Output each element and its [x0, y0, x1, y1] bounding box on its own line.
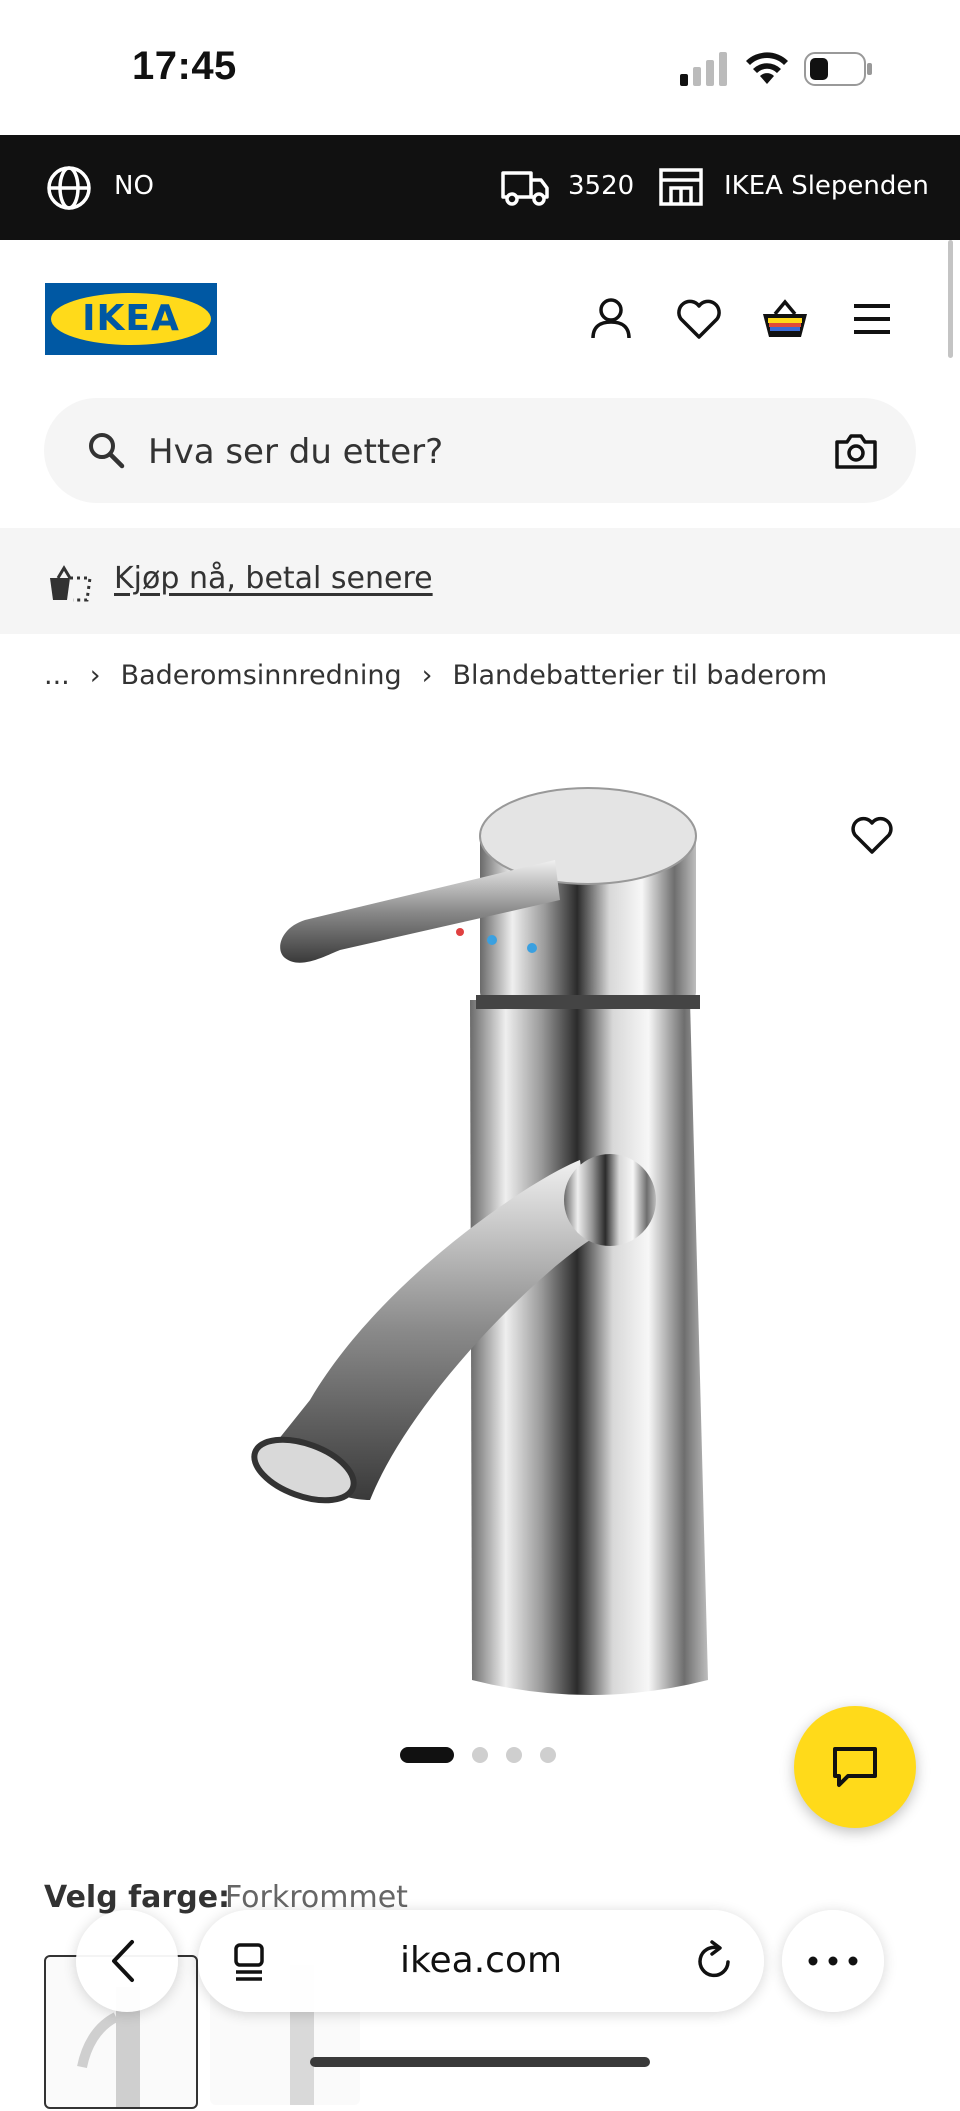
chevron-left-icon — [112, 1940, 134, 1982]
cellular-signal-icon — [680, 52, 727, 86]
browser-back-button[interactable] — [76, 1910, 178, 2012]
delivery-truck-icon[interactable] — [500, 167, 550, 207]
browser-address-bar[interactable]: ikea.com — [198, 1910, 764, 2012]
save-favorite-heart-icon[interactable] — [850, 815, 894, 855]
battery-icon — [804, 52, 872, 86]
home-indicator — [310, 2057, 650, 2067]
more-dots-icon — [808, 1956, 858, 1966]
bnpl-link[interactable]: Kjøp nå, betal senere — [114, 561, 433, 596]
reader-tabs-icon[interactable] — [232, 1942, 268, 1982]
store-name[interactable]: IKEA Slependen — [724, 171, 929, 201]
menu-hamburger-icon[interactable] — [852, 302, 892, 336]
breadcrumb-item-bathroom-furniture[interactable]: Baderomsinnredning — [121, 660, 402, 691]
breadcrumb-item-bathroom-taps[interactable]: Blandebatterier til baderom — [452, 660, 827, 691]
chevron-right-icon: › — [421, 660, 433, 691]
status-bar: 17:45 — [0, 0, 960, 135]
search-input[interactable]: Hva ser du etter? — [148, 432, 443, 472]
breadcrumb-ellipsis[interactable]: ... — [44, 660, 70, 691]
camera-icon[interactable] — [834, 432, 878, 470]
search-icon — [89, 433, 125, 469]
browser-url[interactable]: ikea.com — [198, 1910, 764, 2012]
scroll-indicator — [948, 240, 953, 358]
location-bar: NO 3520 IKEA Slependen — [0, 135, 960, 240]
chevron-right-icon: › — [89, 660, 101, 691]
shopping-bag-icon[interactable] — [760, 296, 810, 340]
status-time: 17:45 — [132, 44, 237, 88]
chat-button[interactable] — [794, 1706, 916, 1828]
carousel-dot-3[interactable] — [506, 1747, 522, 1763]
carousel-dot-4[interactable] — [540, 1747, 556, 1763]
carousel-dot-2[interactable] — [472, 1747, 488, 1763]
product-image-area[interactable] — [0, 700, 960, 1760]
search-bar[interactable]: Hva ser du etter? — [44, 398, 916, 503]
postal-code[interactable]: 3520 — [568, 171, 634, 201]
account-icon[interactable] — [588, 296, 634, 342]
language-label[interactable]: NO — [114, 171, 154, 201]
reload-icon[interactable] — [694, 1940, 734, 1982]
browser-more-button[interactable] — [782, 1910, 884, 2012]
favorites-heart-icon[interactable] — [676, 298, 722, 340]
breadcrumb: ... › Baderomsinnredning › Blandebatteri… — [44, 660, 827, 691]
basket-icon — [50, 565, 92, 602]
ikea-logo[interactable]: IKEA — [45, 283, 217, 355]
chat-bubble-icon — [833, 1747, 877, 1787]
product-image[interactable] — [230, 760, 730, 1720]
logo-text: IKEA — [82, 298, 180, 339]
bnpl-banner: Kjøp nå, betal senere — [0, 528, 960, 634]
globe-icon[interactable] — [46, 165, 92, 211]
carousel-dot-1[interactable] — [400, 1747, 454, 1763]
carousel-dots — [400, 1747, 556, 1763]
store-icon[interactable] — [658, 167, 704, 207]
wifi-icon — [746, 52, 788, 84]
